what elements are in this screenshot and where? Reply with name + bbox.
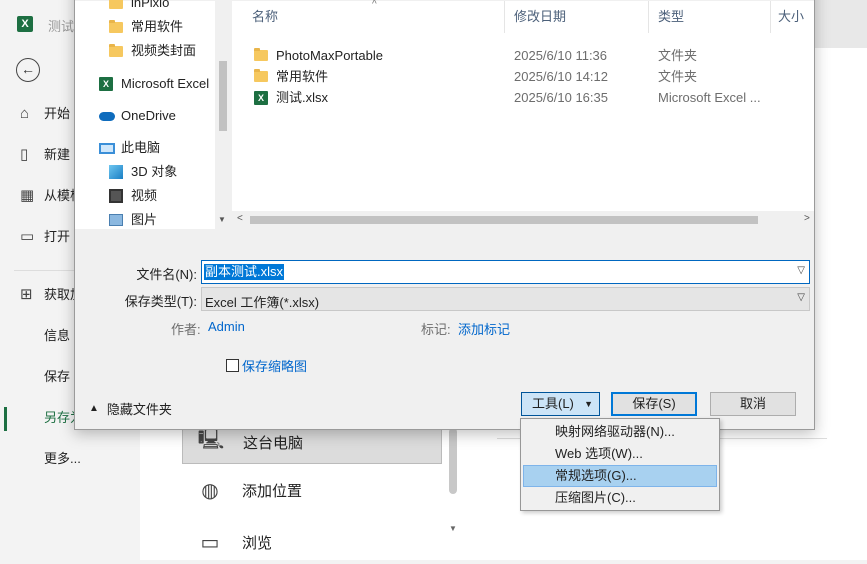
column-divider[interactable] bbox=[504, 1, 505, 33]
file-modified: 2025/6/10 11:36 bbox=[514, 48, 608, 63]
menu-item-map-network-drive[interactable]: 映射网络驱动器(N)... bbox=[523, 421, 717, 443]
location-add-place[interactable]: ◍ 添加位置 bbox=[182, 468, 442, 512]
menu-item-general-options[interactable]: 常规选项(G)... bbox=[523, 465, 717, 487]
column-header-modified[interactable]: 修改日期 bbox=[514, 5, 566, 29]
folder-icon bbox=[109, 0, 123, 9]
save-thumbnail-checkbox[interactable]: 保存缩略图 bbox=[226, 356, 307, 375]
save-as-dialog: inPixio 常用软件 视频类封面 X Microsoft Excel One… bbox=[74, 0, 815, 430]
save-thumbnail-label[interactable]: 保存缩略图 bbox=[242, 356, 307, 375]
filetype-select[interactable]: Excel 工作簿(*.xlsx) ▽ bbox=[201, 287, 810, 311]
save-button[interactable]: 保存(S) bbox=[611, 392, 697, 416]
video-icon bbox=[109, 189, 123, 203]
template-icon: ▦ bbox=[20, 187, 35, 204]
column-divider[interactable] bbox=[770, 1, 771, 33]
menu-item-compress-pictures[interactable]: 压缩图片(C)... bbox=[523, 487, 717, 509]
nav-item-common-software[interactable]: 常用软件 bbox=[109, 16, 183, 38]
scroll-left-arrow-icon[interactable]: < bbox=[237, 213, 243, 224]
folder-icon bbox=[254, 48, 268, 61]
file-row[interactable]: 常用软件 2025/6/10 14:12 文件夹 bbox=[232, 66, 814, 87]
addins-icon: ⊞ bbox=[20, 286, 33, 303]
file-type: 文件夹 bbox=[658, 48, 698, 63]
excel-icon: X bbox=[99, 77, 113, 91]
chevron-down-icon[interactable]: ▽ bbox=[797, 265, 805, 276]
chevron-down-icon[interactable]: ▽ bbox=[797, 292, 805, 303]
open-folder-icon: ▭ bbox=[20, 228, 35, 245]
file-list: 名称 ^ 修改日期 类型 大小 PhotoMaxPortable 2025/6/… bbox=[232, 0, 814, 229]
file-name: 测试.xlsx bbox=[276, 90, 329, 105]
author-value[interactable]: Admin bbox=[208, 319, 245, 334]
excel-file-icon: X bbox=[254, 90, 268, 105]
author-label: 作者: bbox=[171, 322, 201, 337]
backstage-item-more[interactable]: 更多... bbox=[0, 442, 140, 476]
scrollbar-thumb[interactable] bbox=[449, 428, 457, 494]
navigation-scrollbar[interactable]: ▼ bbox=[215, 1, 231, 229]
pictures-icon bbox=[109, 214, 123, 226]
this-pc-icon bbox=[99, 142, 115, 154]
add-tags-link[interactable]: 添加标记 bbox=[458, 319, 510, 338]
dropdown-arrow-icon: ▼ bbox=[584, 399, 593, 409]
nav-item-onedrive[interactable]: OneDrive bbox=[99, 105, 176, 127]
home-icon: ⌂ bbox=[20, 105, 30, 122]
chevron-up-icon: ▲ bbox=[89, 403, 99, 414]
location-browse[interactable]: ▭ 浏览 bbox=[182, 520, 442, 564]
file-modified: 2025/6/10 14:12 bbox=[514, 69, 608, 84]
column-divider[interactable] bbox=[648, 1, 649, 33]
sort-ascending-icon: ^ bbox=[372, 0, 377, 10]
checkbox-box[interactable] bbox=[226, 359, 239, 372]
navigation-pane: inPixio 常用软件 视频类封面 X Microsoft Excel One… bbox=[75, 0, 231, 231]
filetype-value: Excel 工作簿(*.xlsx) bbox=[205, 295, 320, 310]
folder-icon bbox=[109, 19, 123, 33]
column-header-name[interactable]: 名称 bbox=[252, 5, 278, 29]
scrollbar-thumb[interactable] bbox=[250, 216, 758, 224]
locations-scrollbar[interactable]: ▼ bbox=[447, 428, 459, 536]
file-type: Microsoft Excel ... bbox=[658, 90, 761, 105]
onedrive-icon bbox=[99, 111, 115, 121]
menu-item-web-options[interactable]: Web 选项(W)... bbox=[523, 443, 717, 465]
column-header-size[interactable]: 大小 bbox=[778, 5, 804, 29]
this-pc-icon: 🖳 bbox=[197, 429, 225, 451]
nav-item-videos[interactable]: 视频 bbox=[109, 185, 157, 207]
scrollbar-thumb[interactable] bbox=[219, 61, 227, 131]
file-modified: 2025/6/10 16:35 bbox=[514, 90, 608, 105]
tools-dropdown-menu: 映射网络驱动器(N)... Web 选项(W)... 常规选项(G)... 压缩… bbox=[520, 418, 720, 511]
browse-folder-icon: ▭ bbox=[200, 531, 220, 554]
corner-decoration bbox=[807, 0, 867, 48]
3d-objects-icon bbox=[109, 165, 123, 179]
tools-button[interactable]: 工具(L) ▼ bbox=[521, 392, 600, 416]
excel-logo-icon: X bbox=[17, 16, 33, 32]
nav-item-pictures[interactable]: 图片 bbox=[109, 209, 157, 231]
nav-item-microsoft-excel[interactable]: X Microsoft Excel bbox=[99, 73, 209, 95]
scroll-right-arrow-icon[interactable]: > bbox=[804, 213, 810, 224]
scroll-down-arrow-icon[interactable]: ▼ bbox=[218, 215, 226, 224]
filetype-label: 保存类型(T): bbox=[124, 294, 197, 309]
file-name: 常用软件 bbox=[276, 69, 329, 84]
file-type: 文件夹 bbox=[658, 69, 698, 84]
file-name: PhotoMaxPortable bbox=[276, 48, 383, 63]
globe-icon: ◍ bbox=[201, 479, 219, 502]
nav-item-video-covers[interactable]: 视频类封面 bbox=[109, 40, 196, 62]
nav-item-this-pc[interactable]: 此电脑 bbox=[99, 137, 160, 159]
file-row[interactable]: X 测试.xlsx 2025/6/10 16:35 Microsoft Exce… bbox=[232, 87, 814, 108]
folder-icon bbox=[109, 43, 123, 57]
filename-label: 文件名(N): bbox=[136, 267, 197, 282]
hide-folders-toggle[interactable]: ▲ 隐藏文件夹 bbox=[89, 399, 172, 418]
back-arrow-button[interactable]: ← bbox=[16, 58, 40, 82]
window-title: 测试 bbox=[48, 19, 75, 34]
file-row[interactable]: PhotoMaxPortable 2025/6/10 11:36 文件夹 bbox=[232, 45, 814, 66]
new-doc-icon: ▯ bbox=[20, 146, 29, 163]
tags-label: 标记: bbox=[421, 322, 451, 337]
nav-item-3d-objects[interactable]: 3D 对象 bbox=[109, 161, 177, 183]
column-header-type[interactable]: 类型 bbox=[658, 5, 684, 29]
folder-icon bbox=[254, 69, 268, 82]
filename-value: 副本测试.xlsx bbox=[204, 264, 285, 280]
horizontal-scrollbar[interactable]: < > bbox=[232, 211, 814, 229]
nav-item-inpixio[interactable]: inPixio bbox=[109, 0, 169, 14]
filename-input[interactable]: 副本测试.xlsx ▽ bbox=[201, 260, 810, 284]
cancel-button[interactable]: 取消 bbox=[710, 392, 796, 416]
scroll-down-arrow-icon[interactable]: ▼ bbox=[447, 524, 459, 533]
